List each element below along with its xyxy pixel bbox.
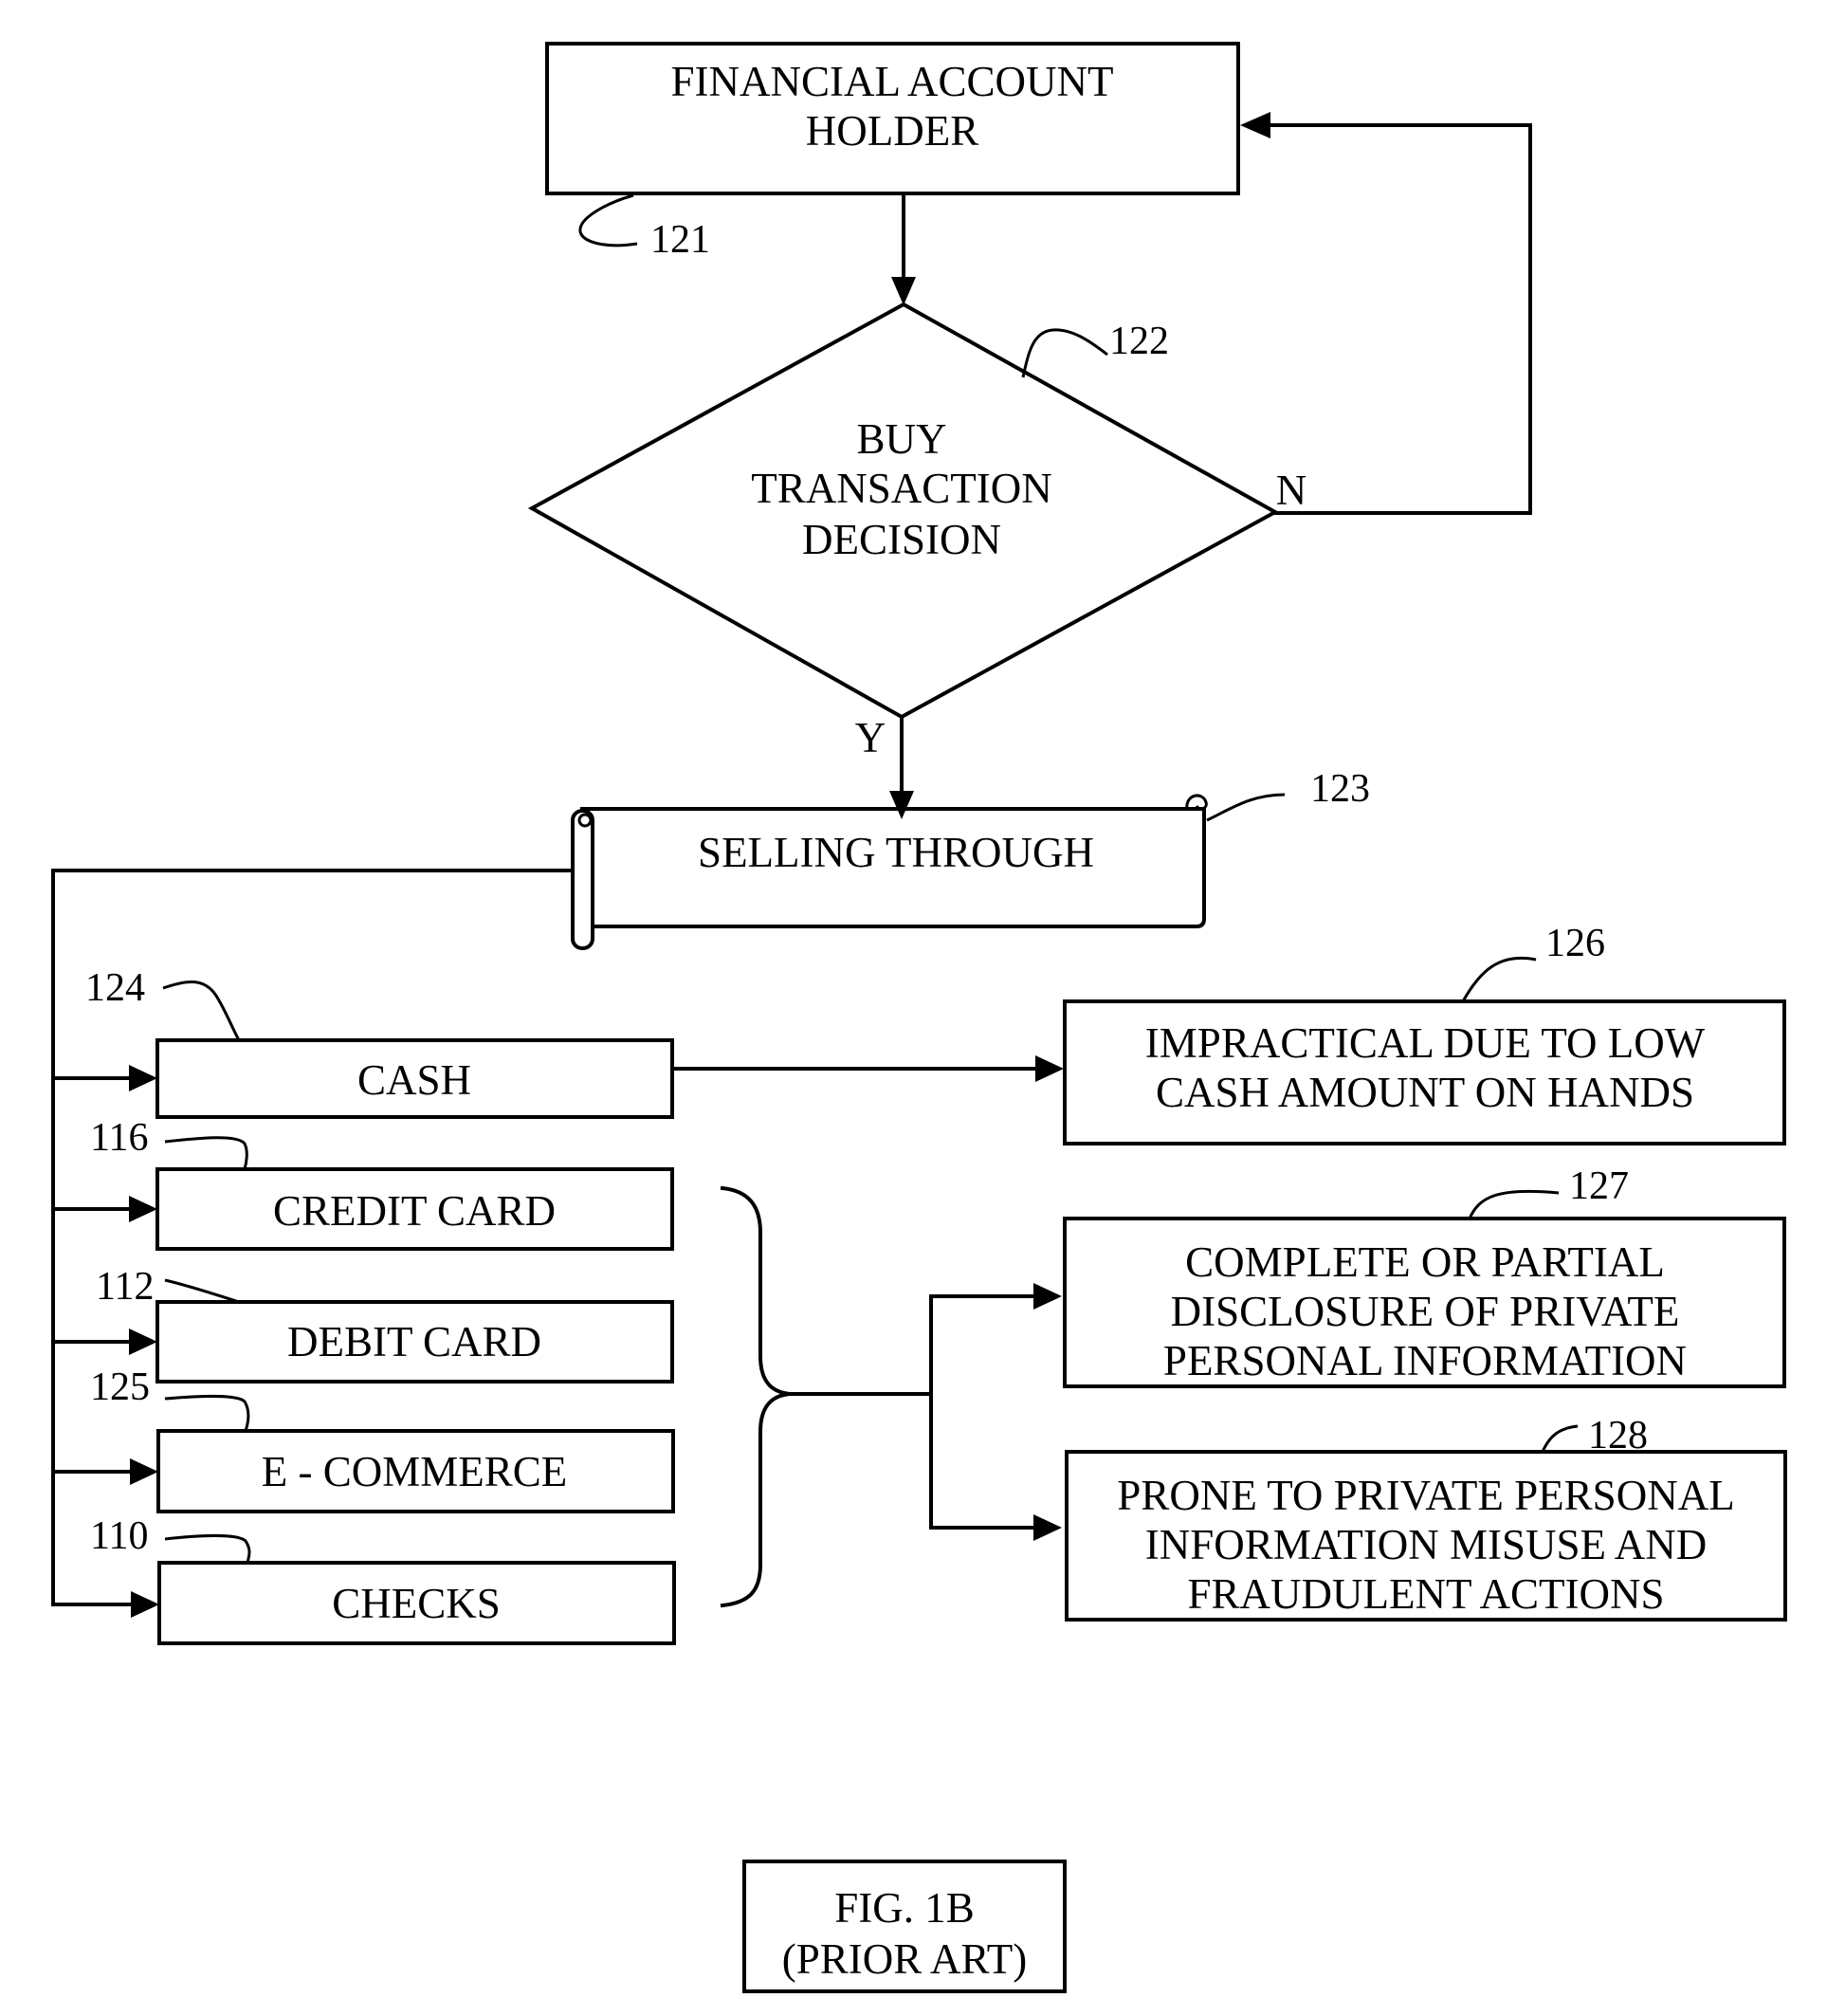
ref-122: 122 <box>1109 320 1169 363</box>
ref-123: 123 <box>1310 767 1370 811</box>
grouping-brace <box>720 1185 791 1608</box>
ref-112-leader <box>164 1278 240 1304</box>
ref-110-leader <box>164 1534 251 1564</box>
arrowhead-icon <box>131 1591 159 1618</box>
ref-121: 121 <box>650 218 710 262</box>
ref-124-leader <box>162 980 241 1041</box>
method-cash: CASH <box>155 1038 674 1119</box>
flowchart-canvas: FINANCIAL ACCOUNT HOLDER 121 BUY TRANSAC… <box>51 42 1787 1993</box>
arrowhead-icon <box>130 1458 158 1485</box>
method-debit-card: DEBIT CARD <box>155 1300 674 1384</box>
selling-through-node: SELLING THROUGH <box>571 794 1208 950</box>
arrowhead-icon <box>891 277 916 305</box>
arrowhead-icon <box>1240 112 1270 138</box>
arrowhead-icon <box>129 1329 157 1355</box>
ref-110: 110 <box>90 1514 148 1558</box>
decision-line-2: TRANSACTION <box>751 465 1052 512</box>
figure-prior-art: (PRIOR ART) <box>782 1935 1028 1983</box>
method-checks: CHECKS <box>157 1561 676 1645</box>
account-holder-line-2: HOLDER <box>806 107 978 155</box>
arrowhead-icon <box>1033 1514 1062 1541</box>
method-label: DEBIT CARD <box>287 1318 541 1365</box>
method-label: CREDIT CARD <box>273 1187 556 1235</box>
arrowhead-icon <box>889 791 914 819</box>
outcome-line: COMPLETE OR PARTIAL <box>1185 1238 1665 1286</box>
decision-line-3: DECISION <box>802 516 1001 563</box>
outcome-line: FRAUDULENT ACTIONS <box>1188 1570 1665 1618</box>
ref-126: 126 <box>1545 922 1605 965</box>
selling-through-label: SELLING THROUGH <box>698 829 1094 876</box>
arrowhead-icon <box>129 1196 157 1222</box>
connector-no-loop <box>1265 123 1532 515</box>
ref-116: 116 <box>90 1116 148 1160</box>
outcome-line: INFORMATION MISUSE AND <box>1145 1521 1708 1568</box>
figure-caption: FIG. 1B (PRIOR ART) <box>742 1860 1067 1993</box>
ref-123-leader <box>1206 793 1286 822</box>
arrowhead-icon <box>1035 1055 1064 1082</box>
method-credit-card: CREDIT CARD <box>155 1167 674 1251</box>
account-holder-node: FINANCIAL ACCOUNT HOLDER <box>545 42 1240 195</box>
outcome-128: PRONE TO PRIVATE PERSONAL INFORMATION MI… <box>1065 1450 1787 1622</box>
outcome-line: PRONE TO PRIVATE PERSONAL <box>1117 1472 1734 1519</box>
ref-121-leader <box>578 193 638 247</box>
no-label: N <box>1276 467 1307 514</box>
ref-126-leader <box>1461 956 1537 1002</box>
ref-116-leader <box>164 1136 248 1170</box>
arrowhead-icon <box>129 1065 157 1091</box>
scroll-roll-left <box>571 809 594 950</box>
decision-node: BUY TRANSACTION DECISION <box>527 302 1280 720</box>
ref-125: 125 <box>90 1365 150 1409</box>
method-label: CHECKS <box>332 1580 501 1627</box>
method-e-commerce: E - COMMERCE <box>156 1429 675 1513</box>
ref-128: 128 <box>1588 1414 1648 1457</box>
yes-label: Y <box>855 714 886 761</box>
figure-number: FIG. 1B <box>834 1884 975 1932</box>
scroll-curl-right <box>1185 794 1208 811</box>
outcome-line: CASH AMOUNT ON HANDS <box>1156 1069 1694 1116</box>
ref-124: 124 <box>85 966 145 1010</box>
ref-128-leader <box>1541 1424 1579 1453</box>
method-label: CASH <box>357 1056 471 1104</box>
account-holder-line-1: FINANCIAL ACCOUNT <box>670 58 1113 105</box>
decision-line-1: BUY <box>856 415 946 463</box>
ref-127-leader <box>1468 1189 1560 1219</box>
ref-112: 112 <box>96 1265 154 1309</box>
method-label: E - COMMERCE <box>262 1448 568 1495</box>
arrowhead-icon <box>1033 1283 1062 1310</box>
ref-125-leader <box>164 1394 250 1432</box>
outcome-line: DISCLOSURE OF PRIVATE <box>1171 1288 1680 1335</box>
outcome-line: PERSONAL INFORMATION <box>1163 1337 1687 1384</box>
outcome-126: IMPRACTICAL DUE TO LOW CASH AMOUNT ON HA… <box>1063 999 1786 1145</box>
ref-127: 127 <box>1569 1164 1629 1208</box>
ref-122-leader <box>1021 328 1108 378</box>
outcome-127: COMPLETE OR PARTIAL DISCLOSURE OF PRIVAT… <box>1063 1217 1786 1388</box>
outcome-line: IMPRACTICAL DUE TO LOW <box>1145 1019 1706 1067</box>
